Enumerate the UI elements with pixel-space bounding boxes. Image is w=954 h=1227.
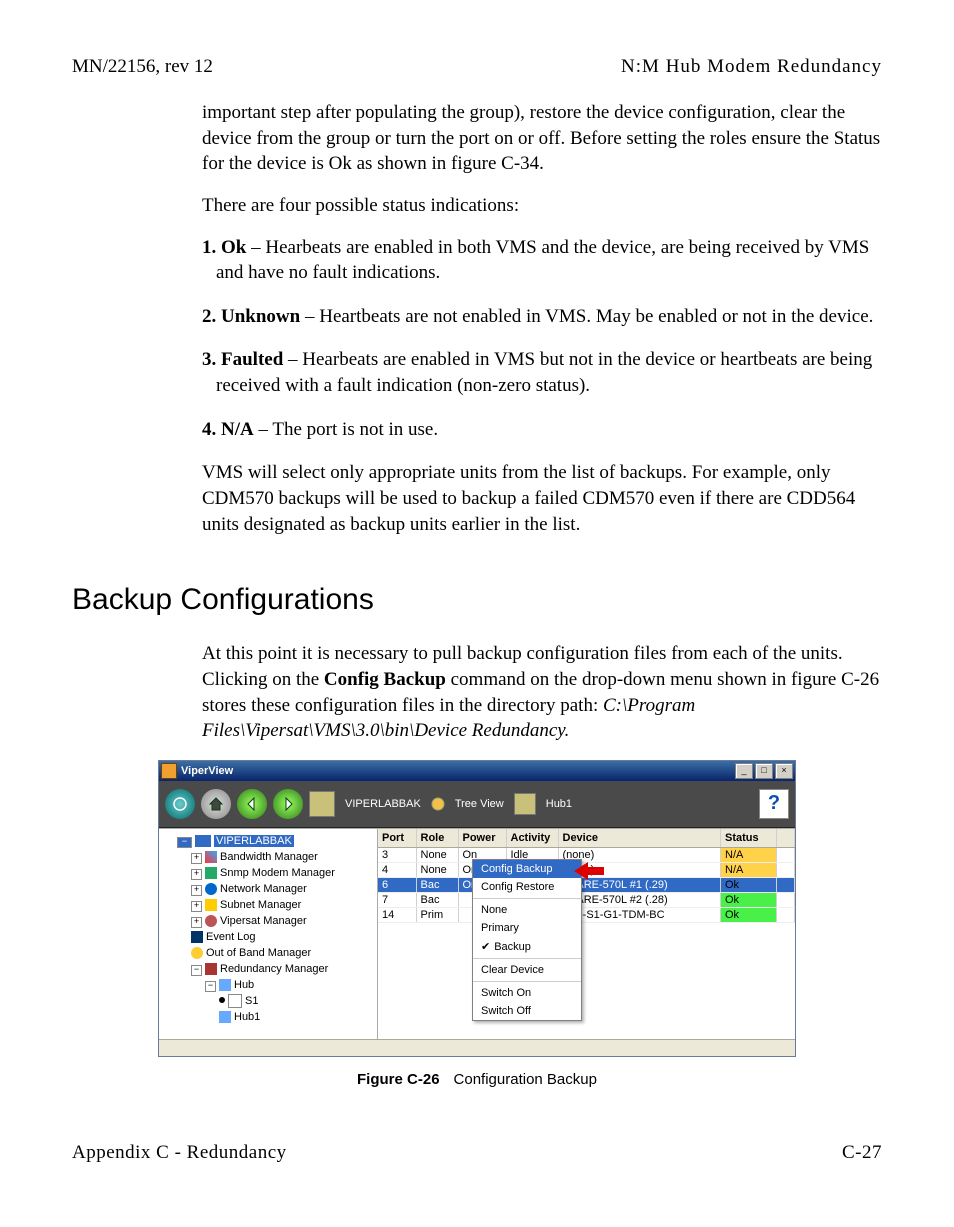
tree-pane[interactable]: −VIPERLABBAK +Bandwidth Manager +Snmp Mo… xyxy=(159,829,378,1039)
hub-icon xyxy=(514,793,536,815)
tree-hub1[interactable]: Hub1 xyxy=(219,1009,373,1025)
grid-row[interactable]: 3None OnIdle (none) N/A xyxy=(378,847,795,862)
menu-config-restore[interactable]: Config Restore xyxy=(473,878,581,896)
explorer-icon[interactable] xyxy=(309,791,335,817)
menu-none[interactable]: None xyxy=(473,901,581,919)
figure-caption: Figure C-26Configuration Backup xyxy=(72,1071,882,1088)
intro-paragraph: important step after populating the grou… xyxy=(202,100,882,177)
status-item-ok: 1. Ok – Hearbeats are enabled in both VM… xyxy=(202,235,882,286)
help-button[interactable]: ? xyxy=(759,789,789,819)
footer-left: Appendix C - Redundancy xyxy=(72,1142,287,1164)
tree-snmp[interactable]: +Snmp Modem Manager xyxy=(191,865,373,881)
tree-subnet[interactable]: +Subnet Manager xyxy=(191,897,373,913)
status-intro: There are four possible status indicatio… xyxy=(202,193,882,219)
status-item-unknown: 2. Unknown – Heartbeats are not enabled … xyxy=(202,304,882,330)
breadcrumb-root[interactable]: VIPERLABBAK xyxy=(345,798,421,810)
section-paragraph: At this point it is necessary to pull ba… xyxy=(202,641,882,744)
app-icon xyxy=(161,763,177,779)
menu-switch-on[interactable]: Switch On xyxy=(473,984,581,1002)
grid-row[interactable]: 7Bac SPARE-570L #2 (.28) Ok xyxy=(378,892,795,907)
minimize-button[interactable]: _ xyxy=(735,763,753,779)
forward-button[interactable] xyxy=(273,789,303,819)
section-title: Backup Configurations xyxy=(72,583,882,617)
menu-clear[interactable]: Clear Device xyxy=(473,961,581,979)
breadcrumb-hub1[interactable]: Hub1 xyxy=(546,798,572,810)
back-button[interactable] xyxy=(237,789,267,819)
running-header-left: MN/22156, rev 12 xyxy=(72,56,213,78)
grid-row[interactable]: 14Prim Hub-S1-G1-TDM-BC Ok xyxy=(378,907,795,922)
col-power[interactable]: Power xyxy=(458,829,506,848)
col-status[interactable]: Status xyxy=(721,829,777,848)
menu-primary[interactable]: Primary xyxy=(473,919,581,937)
grid-pane[interactable]: Port Role Power Activity Device Status 3… xyxy=(378,829,795,1039)
tree-redundancy[interactable]: −Redundancy Manager −Hub S1 Hub1 xyxy=(191,961,373,1025)
col-device[interactable]: Device xyxy=(558,829,721,848)
status-item-faulted: 3. Faulted – Hearbeats are enabled in VM… xyxy=(202,347,882,398)
tree-vipersat[interactable]: +Vipersat Manager xyxy=(191,913,373,929)
grid-header-row: Port Role Power Activity Device Status xyxy=(378,829,795,848)
backups-paragraph: VMS will select only appropriate units f… xyxy=(202,460,882,537)
callout-arrow-icon xyxy=(574,862,604,880)
menu-switch-off[interactable]: Switch Off xyxy=(473,1002,581,1020)
context-menu[interactable]: Config Backup Config Restore None Primar… xyxy=(472,859,582,1021)
toolbar: VIPERLABBAK Tree View Hub1 ? xyxy=(159,781,795,828)
close-button[interactable]: × xyxy=(775,763,793,779)
footer-right: C-27 xyxy=(842,1142,882,1164)
tree-eventlog[interactable]: Event Log xyxy=(191,929,373,945)
breadcrumb-sep-icon xyxy=(431,797,445,811)
statusbar xyxy=(159,1039,795,1056)
window-title: ViperView xyxy=(181,765,733,777)
tree-hub[interactable]: −Hub S1 Hub1 xyxy=(205,977,373,1025)
menu-backup[interactable]: Backup xyxy=(473,937,581,956)
viperview-window: ViperView _ □ × VIPERLABBAK Tree View xyxy=(158,760,796,1057)
col-port[interactable]: Port xyxy=(378,829,416,848)
menu-config-backup[interactable]: Config Backup xyxy=(473,860,581,878)
tree-oob[interactable]: Out of Band Manager xyxy=(191,945,373,961)
status-list: 1. Ok – Hearbeats are enabled in both VM… xyxy=(202,235,882,443)
tree-bandwidth[interactable]: +Bandwidth Manager xyxy=(191,849,373,865)
maximize-button[interactable]: □ xyxy=(755,763,773,779)
home-button[interactable] xyxy=(201,789,231,819)
globe-icon[interactable] xyxy=(165,789,195,819)
running-header-right: N:M Hub Modem Redundancy xyxy=(621,56,882,78)
tree-root[interactable]: −VIPERLABBAK +Bandwidth Manager +Snmp Mo… xyxy=(177,833,373,1025)
col-role[interactable]: Role xyxy=(416,829,458,848)
titlebar[interactable]: ViperView _ □ × xyxy=(159,761,795,781)
status-item-na: 4. N/A – The port is not in use. xyxy=(202,417,882,443)
col-activity[interactable]: Activity xyxy=(506,829,558,848)
tree-network[interactable]: +Network Manager xyxy=(191,881,373,897)
breadcrumb-treeview[interactable]: Tree View xyxy=(455,798,504,810)
tree-s1[interactable]: S1 xyxy=(219,993,373,1009)
